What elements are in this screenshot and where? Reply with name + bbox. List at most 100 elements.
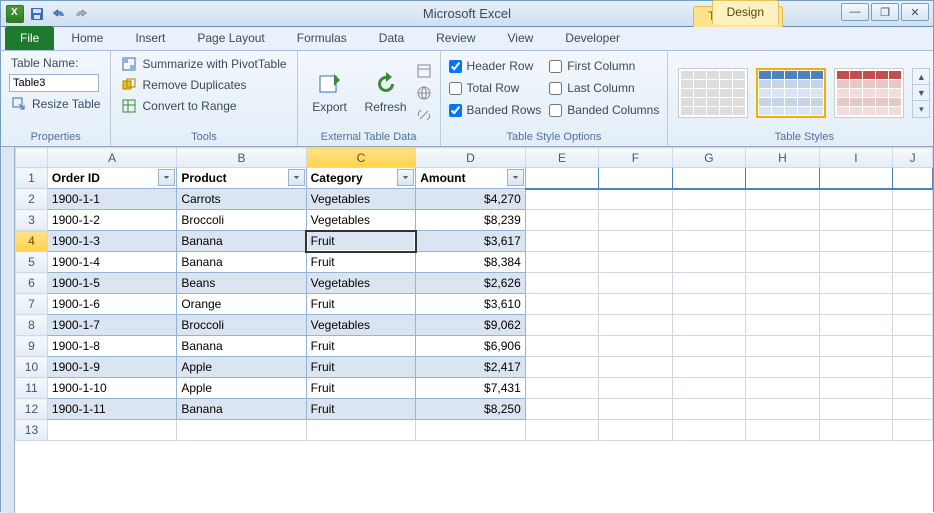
cell[interactable] <box>893 168 933 189</box>
cell[interactable] <box>599 294 672 315</box>
open-browser-icon[interactable] <box>416 85 432 101</box>
cell[interactable] <box>893 378 933 399</box>
filter-dropdown-icon[interactable] <box>397 169 414 186</box>
cell[interactable] <box>819 399 892 420</box>
cell[interactable] <box>599 252 672 273</box>
cell-orderid[interactable]: 1900-1-9 <box>47 357 176 378</box>
cell[interactable] <box>819 168 892 189</box>
cell[interactable] <box>672 420 746 441</box>
cell[interactable] <box>672 189 746 210</box>
cell-category[interactable]: Fruit <box>306 231 416 252</box>
cell[interactable] <box>525 420 598 441</box>
cell[interactable] <box>599 420 672 441</box>
cell[interactable] <box>599 378 672 399</box>
row-header-12[interactable]: 12 <box>16 399 48 420</box>
remove-duplicates-button[interactable]: Remove Duplicates <box>119 76 288 94</box>
cell[interactable] <box>525 189 598 210</box>
cell[interactable] <box>525 168 598 189</box>
table-name-input[interactable] <box>9 74 99 92</box>
cell[interactable] <box>416 420 526 441</box>
table-header-3[interactable]: Amount <box>416 168 526 189</box>
cell-product[interactable]: Broccoli <box>177 210 306 231</box>
cell[interactable] <box>672 168 746 189</box>
cell-product[interactable]: Beans <box>177 273 306 294</box>
cell[interactable] <box>819 336 892 357</box>
cell[interactable] <box>599 273 672 294</box>
cell-orderid[interactable]: 1900-1-6 <box>47 294 176 315</box>
tab-data[interactable]: Data <box>364 26 419 50</box>
unlink-icon[interactable] <box>416 107 432 123</box>
row-header-3[interactable]: 3 <box>16 210 48 231</box>
col-header-I[interactable]: I <box>819 148 892 168</box>
cell[interactable] <box>819 231 892 252</box>
cell[interactable] <box>746 420 819 441</box>
cell-category[interactable]: Fruit <box>306 399 416 420</box>
cell[interactable] <box>525 294 598 315</box>
cell-product[interactable]: Banana <box>177 399 306 420</box>
chk-banded-rows[interactable]: Banded Rows <box>449 103 542 117</box>
app-icon[interactable] <box>5 4 25 24</box>
cell[interactable] <box>746 357 819 378</box>
cell-amount[interactable]: $2,626 <box>416 273 526 294</box>
cell[interactable] <box>746 168 819 189</box>
cell[interactable] <box>819 357 892 378</box>
cell-category[interactable]: Fruit <box>306 336 416 357</box>
cell[interactable] <box>525 336 598 357</box>
row-header-13[interactable]: 13 <box>16 420 48 441</box>
tab-home[interactable]: Home <box>56 26 118 50</box>
restore-button[interactable]: ❐ <box>871 3 899 21</box>
cell[interactable] <box>672 294 746 315</box>
cell-product[interactable]: Apple <box>177 378 306 399</box>
cell[interactable] <box>819 378 892 399</box>
close-button[interactable]: ✕ <box>901 3 929 21</box>
cell-amount[interactable]: $8,239 <box>416 210 526 231</box>
style-swatch-plain[interactable] <box>678 68 748 118</box>
cell-amount[interactable]: $7,431 <box>416 378 526 399</box>
cell[interactable] <box>746 315 819 336</box>
cell-category[interactable]: Vegetables <box>306 315 416 336</box>
cell[interactable] <box>893 210 933 231</box>
refresh-button[interactable]: Refresh <box>362 70 410 114</box>
cell-category[interactable]: Fruit <box>306 357 416 378</box>
cell[interactable] <box>672 231 746 252</box>
cell[interactable] <box>893 336 933 357</box>
cell[interactable] <box>672 210 746 231</box>
cell-product[interactable]: Orange <box>177 294 306 315</box>
cell[interactable] <box>746 336 819 357</box>
cell[interactable] <box>746 231 819 252</box>
col-header-B[interactable]: B <box>177 148 306 168</box>
cell[interactable] <box>599 210 672 231</box>
cell[interactable] <box>599 399 672 420</box>
chk-last-col-box[interactable] <box>549 82 562 95</box>
cell[interactable] <box>893 357 933 378</box>
chk-banded-cols[interactable]: Banded Columns <box>549 103 659 117</box>
tab-view[interactable]: View <box>493 26 549 50</box>
col-header-D[interactable]: D <box>416 148 526 168</box>
export-button[interactable]: Export <box>306 70 354 114</box>
table-header-0[interactable]: Order ID <box>47 168 176 189</box>
cell-amount[interactable]: $8,250 <box>416 399 526 420</box>
tab-file[interactable]: File <box>5 26 54 50</box>
filter-dropdown-icon[interactable] <box>288 169 305 186</box>
cell[interactable] <box>525 210 598 231</box>
properties-icon[interactable] <box>416 63 432 79</box>
table-styles-gallery[interactable]: ▲ ▼ ▾ <box>676 66 932 118</box>
col-header-C[interactable]: C <box>306 148 416 168</box>
cell[interactable] <box>599 315 672 336</box>
filter-dropdown-icon[interactable] <box>507 169 524 186</box>
cell-product[interactable]: Broccoli <box>177 315 306 336</box>
table-header-2[interactable]: Category <box>306 168 416 189</box>
gallery-up-icon[interactable]: ▲ <box>913 69 929 85</box>
cell[interactable] <box>672 273 746 294</box>
cell-amount[interactable]: $4,270 <box>416 189 526 210</box>
cell-orderid[interactable]: 1900-1-4 <box>47 252 176 273</box>
col-header-J[interactable]: J <box>893 148 933 168</box>
chk-last-col[interactable]: Last Column <box>549 81 659 95</box>
chk-total-row-box[interactable] <box>449 82 462 95</box>
cell-amount[interactable]: $2,417 <box>416 357 526 378</box>
filter-dropdown-icon[interactable] <box>158 169 175 186</box>
gallery-more-icon[interactable]: ▾ <box>913 101 929 117</box>
cell-category[interactable]: Fruit <box>306 294 416 315</box>
cell[interactable] <box>599 189 672 210</box>
convert-range-button[interactable]: Convert to Range <box>119 97 288 115</box>
